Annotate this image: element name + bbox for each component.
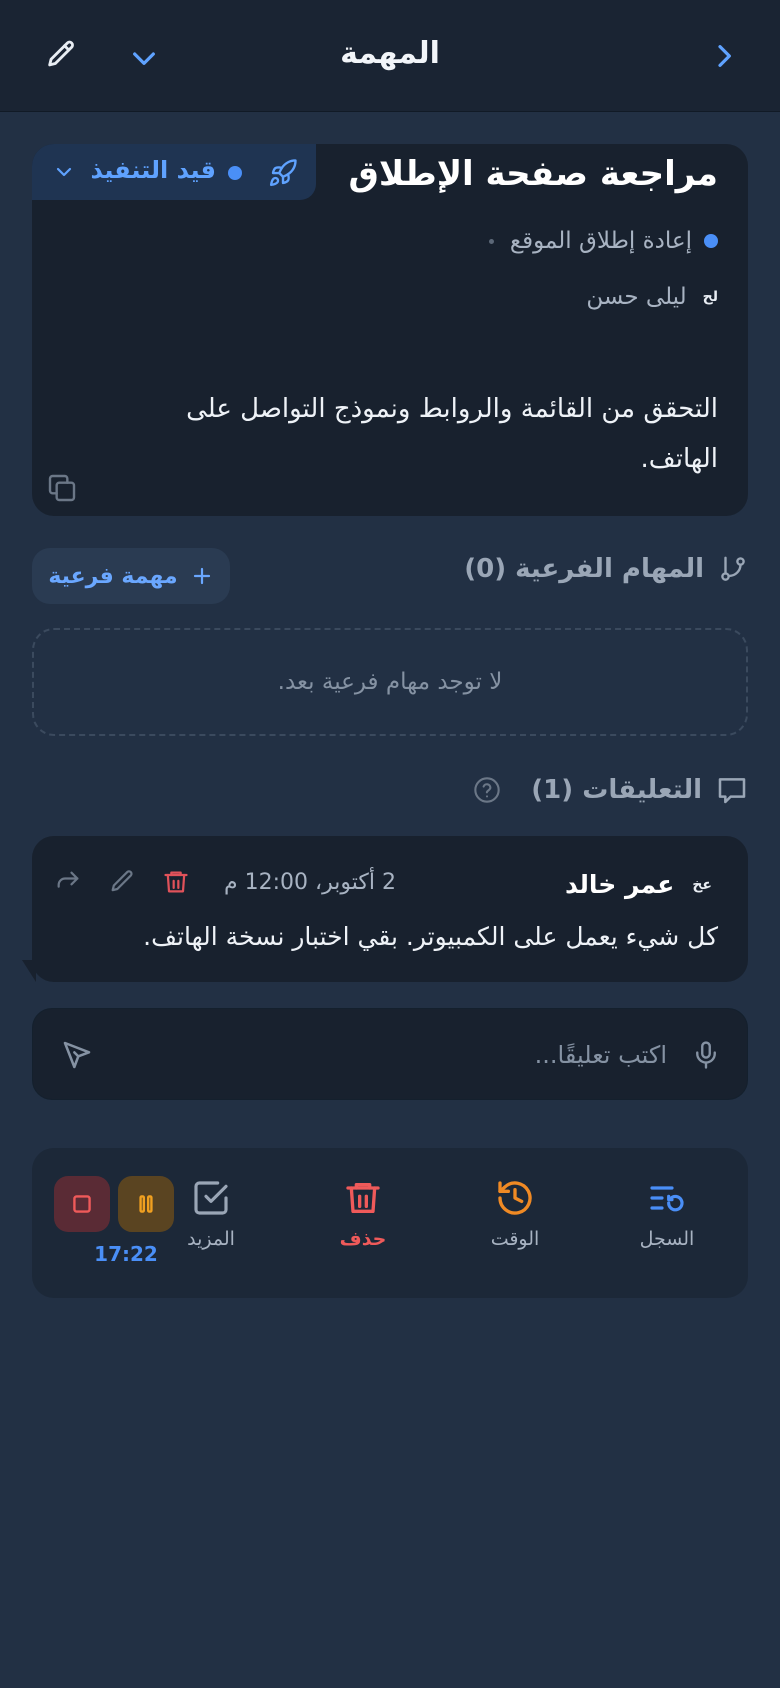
time-button[interactable]: الوقت <box>460 1178 570 1250</box>
trash-icon[interactable] <box>162 868 190 896</box>
comments-label: التعليقات (1) <box>531 775 702 805</box>
trash-icon <box>346 1183 380 1213</box>
empty-text: لا توجد مهام فرعية بعد. <box>277 669 503 695</box>
plus-icon <box>193 567 210 585</box>
rocket-icon <box>269 159 297 187</box>
chevron-down-icon <box>56 167 72 177</box>
clock-history-icon <box>498 1181 532 1215</box>
reply-arrow-icon[interactable] <box>54 868 82 896</box>
project-color-dot <box>704 234 718 248</box>
stop-icon <box>73 1195 91 1213</box>
edit-task-button[interactable] <box>44 38 78 72</box>
project-link[interactable]: إعادة إطلاق الموقع <box>488 228 718 254</box>
comment-composer <box>32 1008 748 1100</box>
comment-input[interactable] <box>187 1031 667 1079</box>
chevron-down-icon <box>133 52 155 65</box>
subtasks-empty-state: لا توجد مهام فرعية بعد. <box>32 628 748 736</box>
delete-label: حذف <box>339 1228 387 1250</box>
add-subtask-button[interactable]: مهمة فرعية <box>32 548 230 604</box>
task-action-toolbar: السجل الوقت حذف المزيد 17:22 <box>32 1148 748 1298</box>
task-title: مراجعة صفحة الإطلاق <box>348 154 718 194</box>
subtasks-label: المهام الفرعية (0) <box>464 554 704 584</box>
pencil-icon <box>48 40 74 67</box>
delete-button[interactable]: حذف <box>308 1178 418 1250</box>
history-list-icon <box>650 1186 684 1212</box>
help-circle-icon[interactable] <box>473 776 501 804</box>
comment-bubble-tail <box>22 960 36 982</box>
checkbox-icon <box>194 1181 228 1215</box>
separator-dot <box>488 238 494 244</box>
task-details-card: قيد التنفيذ مراجعة صفحة الإطلاق إعادة إط… <box>32 144 748 516</box>
avatar: عخ <box>692 876 712 893</box>
status-dot <box>228 166 242 180</box>
copy-button[interactable] <box>46 472 78 504</box>
subtasks-header: المهام الفرعية (0) <box>464 554 748 584</box>
pause-icon <box>139 1195 153 1213</box>
log-button[interactable]: السجل <box>612 1178 722 1250</box>
git-branch-icon <box>721 556 745 581</box>
comment-text: كل شيء يعمل على الكمبيوتر. بقي اختبار نس… <box>143 922 718 951</box>
send-icon[interactable] <box>61 1039 93 1071</box>
comment-author-row: عخ عمر خالد <box>565 870 712 899</box>
page-title: المهمة <box>340 36 440 71</box>
microphone-icon[interactable] <box>691 1039 721 1071</box>
comment-author: عمر خالد <box>565 870 675 899</box>
assignee[interactable]: لح ليلى حسن <box>586 284 718 310</box>
comment-bubble-icon <box>718 778 746 804</box>
project-name: إعادة إطلاق الموقع <box>509 228 692 254</box>
timer-pause-button[interactable] <box>118 1176 174 1232</box>
pencil-icon[interactable] <box>108 868 136 896</box>
comment-date: 2 أكتوبر، 12:00 م <box>224 869 396 895</box>
log-label: السجل <box>639 1228 695 1250</box>
copy-icon <box>48 474 76 502</box>
header-dropdown-button[interactable] <box>128 42 160 74</box>
status-dropdown[interactable]: قيد التنفيذ <box>32 144 316 200</box>
status-label: قيد التنفيذ <box>90 156 217 184</box>
comments-header: التعليقات (1) <box>473 774 748 806</box>
task-description: التحقق من القائمة والروابط ونموذج التواص… <box>186 394 718 474</box>
add-subtask-label: مهمة فرعية <box>48 563 178 589</box>
timer-readout: 17:22 <box>94 1242 158 1266</box>
comment-item: عخ عمر خالد 2 أكتوبر، 12:00 م كل شيء يعم… <box>32 836 748 982</box>
timer-stop-button[interactable] <box>54 1176 110 1232</box>
avatar: لح <box>702 289 718 305</box>
assignee-name: ليلى حسن <box>586 284 687 310</box>
time-label: الوقت <box>490 1228 540 1250</box>
top-app-bar: المهمة <box>0 0 780 112</box>
comment-actions: 2 أكتوبر، 12:00 م <box>54 868 396 896</box>
